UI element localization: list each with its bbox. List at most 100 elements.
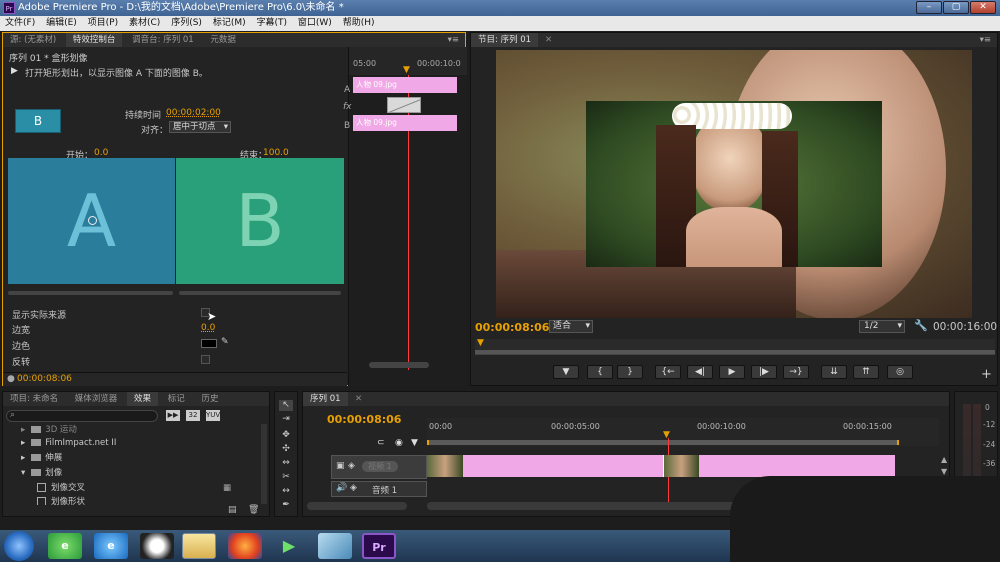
- wrench-icon[interactable]: 🔧: [914, 319, 928, 332]
- panel-menu-icon[interactable]: ▾≡: [980, 33, 991, 47]
- media-player-icon[interactable]: ▶: [272, 533, 306, 559]
- play-transition-icon[interactable]: ▶: [11, 66, 18, 76]
- mini-clip-a[interactable]: 人物 09.jpg: [353, 77, 457, 93]
- delete-icon[interactable]: 🗑: [248, 505, 259, 515]
- go-to-out-button[interactable]: →}: [783, 365, 809, 379]
- tab-project[interactable]: 项目: 未命名: [3, 392, 65, 406]
- start-slider[interactable]: [8, 291, 173, 295]
- tab-effects[interactable]: 效果: [127, 392, 159, 406]
- rate-stretch-tool-icon[interactable]: ⇔: [279, 458, 293, 469]
- tab-metadata[interactable]: 元数据: [203, 33, 243, 47]
- eye-icon[interactable]: ▣: [336, 461, 345, 471]
- center-point-handle[interactable]: [88, 216, 97, 225]
- marker-icon[interactable]: ▼: [411, 438, 418, 448]
- tab-source[interactable]: 源: (无素材): [3, 33, 63, 47]
- close-button[interactable]: ✕: [970, 1, 996, 14]
- timeline-zoom-slider[interactable]: [307, 502, 407, 510]
- work-area-bar[interactable]: [427, 440, 899, 445]
- tree-item-filmimpact[interactable]: ▸ FilmImpact.net II: [21, 437, 261, 450]
- scroll-down-icon[interactable]: ▼: [941, 467, 947, 476]
- tab-program[interactable]: 节目: 序列 01: [471, 33, 539, 47]
- browser-360-icon[interactable]: e: [48, 533, 82, 559]
- add-marker-button[interactable]: ▼: [553, 365, 579, 379]
- close-tab-icon[interactable]: ✕: [355, 392, 362, 406]
- video-clip-a[interactable]: [463, 455, 663, 477]
- playhead-icon[interactable]: ▼: [477, 338, 484, 348]
- end-slider[interactable]: [179, 291, 341, 295]
- tab-effect-controls[interactable]: 特效控制台: [65, 33, 123, 47]
- align-dropdown[interactable]: 居中于切点 ▾: [169, 121, 231, 133]
- effect-timecode[interactable]: 00:00:08:06: [17, 374, 72, 384]
- mini-scrollbar[interactable]: [369, 362, 429, 368]
- effects-search-input[interactable]: ⌕: [6, 410, 158, 422]
- yuv-effects-icon[interactable]: YUV: [206, 410, 220, 421]
- duration-value[interactable]: 00:00:02:00: [166, 108, 221, 118]
- snap-icon[interactable]: ⊂: [377, 438, 385, 448]
- ie-icon[interactable]: e: [94, 533, 128, 559]
- fit-dropdown[interactable]: 适合 ▾: [549, 320, 593, 333]
- tab-sequence[interactable]: 序列 01: [303, 392, 348, 406]
- tree-item-3d-motion[interactable]: ▸ 3D 运动: [21, 424, 261, 437]
- track-select-tool-icon[interactable]: ⇥: [279, 414, 293, 425]
- menu-window[interactable]: 窗口(W): [293, 16, 335, 31]
- tab-history[interactable]: 历史: [194, 392, 225, 406]
- reverse-checkbox[interactable]: [201, 355, 210, 364]
- tab-markers[interactable]: 标记: [161, 392, 192, 406]
- razor-tool-icon[interactable]: ✂: [279, 472, 293, 483]
- start-value[interactable]: 0.0: [94, 148, 108, 158]
- program-timecode[interactable]: 00:00:08:06: [475, 321, 549, 334]
- panel-menu-icon[interactable]: ▾≡: [448, 33, 459, 47]
- step-back-button[interactable]: ◀|: [687, 365, 713, 379]
- video-track-header[interactable]: ▣ ◈ 视频 1: [331, 455, 427, 479]
- clip-thumbnail[interactable]: [427, 455, 463, 477]
- menu-title[interactable]: 字幕(T): [251, 16, 290, 31]
- menu-sequence[interactable]: 序列(S): [166, 16, 205, 31]
- mark-in-button[interactable]: {: [587, 365, 613, 379]
- scroll-up-icon[interactable]: ▲: [941, 455, 947, 464]
- 32-bit-effects-icon[interactable]: 32: [186, 410, 200, 421]
- start-orb-icon[interactable]: [4, 531, 34, 561]
- folder-icon[interactable]: [318, 533, 352, 559]
- tab-media-browser[interactable]: 媒体浏览器: [68, 392, 125, 406]
- mini-clip-b[interactable]: 人物 09.jpg: [353, 115, 457, 131]
- tree-item-stretch[interactable]: ▸ 伸展: [21, 452, 261, 465]
- quality-dropdown[interactable]: 1/2 ▾: [859, 320, 905, 333]
- selection-tool-icon[interactable]: ↖: [279, 400, 293, 411]
- end-value[interactable]: 100.0: [263, 148, 289, 158]
- export-frame-button[interactable]: ◎: [887, 365, 913, 379]
- program-scrub-bar[interactable]: ▼: [475, 338, 995, 355]
- playhead-icon[interactable]: ▼: [403, 65, 410, 75]
- go-to-in-button[interactable]: {←: [655, 365, 681, 379]
- transition-thumbnail-clip[interactable]: [663, 455, 699, 477]
- maximize-button[interactable]: ▢: [943, 1, 969, 14]
- accelerated-effects-icon[interactable]: ▶▶: [166, 410, 180, 421]
- firefox-icon[interactable]: [228, 533, 262, 559]
- menu-project[interactable]: 项目(P): [83, 16, 121, 31]
- menu-clip[interactable]: 素材(C): [124, 16, 163, 31]
- speaker-icon[interactable]: 🔊: [336, 483, 347, 493]
- add-button-icon[interactable]: +: [981, 367, 992, 382]
- zoom-bar[interactable]: [475, 350, 995, 354]
- explorer-icon[interactable]: [182, 533, 216, 559]
- program-video-frame[interactable]: [496, 50, 972, 318]
- add-marker-icon[interactable]: ◉: [395, 438, 403, 448]
- close-tab-icon[interactable]: ✕: [545, 33, 552, 47]
- menu-help[interactable]: 帮助(H): [338, 16, 378, 31]
- mark-out-button[interactable]: }: [617, 365, 643, 379]
- extract-button[interactable]: ⇈: [853, 365, 879, 379]
- lock-icon[interactable]: ◈: [348, 461, 355, 471]
- pen-tool-icon[interactable]: ✒: [279, 500, 293, 511]
- timeline-timecode[interactable]: 00:00:08:06: [327, 413, 401, 426]
- border-width-value[interactable]: 0.0: [201, 323, 215, 333]
- video-clip-b[interactable]: [699, 455, 895, 477]
- ripple-edit-tool-icon[interactable]: ✥: [279, 430, 293, 441]
- preview-a[interactable]: A: [8, 158, 175, 284]
- effects-scrollbar[interactable]: [261, 424, 267, 504]
- tree-item-iris-cross[interactable]: 划像交叉 ▦: [37, 482, 277, 495]
- tree-item-iris[interactable]: ▾ 划像: [21, 467, 261, 480]
- premiere-taskbar-icon[interactable]: Pr: [362, 533, 396, 559]
- new-folder-icon[interactable]: ▤: [228, 505, 237, 515]
- timeline-ruler[interactable]: 00:00 00:00:05:00 00:00:10:00 00:00:15:0…: [427, 418, 939, 446]
- slip-tool-icon[interactable]: ↔: [279, 486, 293, 497]
- play-button[interactable]: ▶: [719, 365, 745, 379]
